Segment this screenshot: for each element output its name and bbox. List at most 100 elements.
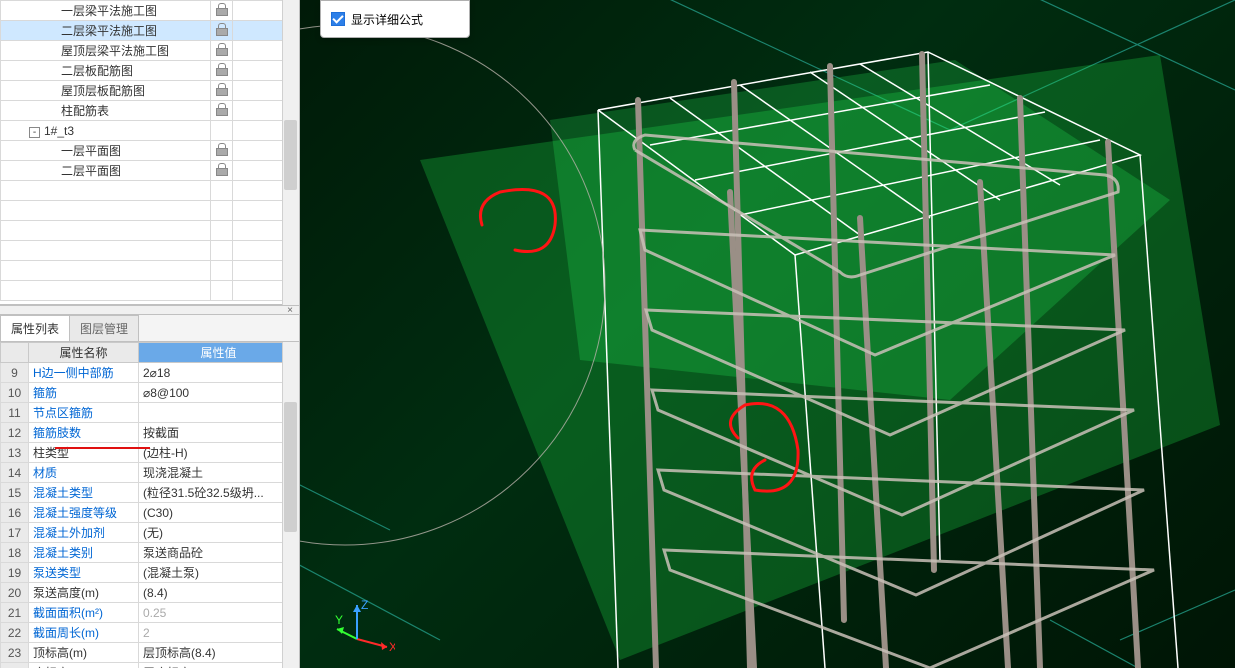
prop-name[interactable]: 底标高(m) <box>29 663 139 668</box>
property-row[interactable]: 23顶标高(m)层顶标高(8.4) <box>1 643 299 663</box>
property-row[interactable]: 13柱类型(边柱-H) <box>1 443 299 463</box>
lock-icon <box>216 43 228 55</box>
prop-value[interactable]: (边柱-H) <box>139 443 299 463</box>
tab-layer-manage[interactable]: 图层管理 <box>69 315 139 341</box>
tree-item-label[interactable]: 二层板配筋图 <box>1 61 211 81</box>
lock-cell[interactable] <box>211 161 233 181</box>
prop-name[interactable]: 柱类型 <box>29 443 139 463</box>
property-row[interactable]: 10箍筋⌀8@100 <box>1 383 299 403</box>
prop-index: 16 <box>1 503 29 523</box>
property-row[interactable]: 15混凝土类型(粒径31.5砼32.5级坍... <box>1 483 299 503</box>
prop-scrollbar[interactable] <box>282 342 299 668</box>
tree-item-label[interactable]: -1#_t3 <box>1 121 211 141</box>
tree-item-label[interactable]: 二层梁平法施工图 <box>1 21 211 41</box>
tree-row[interactable]: 柱配筋表 <box>1 101 299 121</box>
tree-row[interactable]: 屋顶层板配筋图 <box>1 81 299 101</box>
tree-scrollbar[interactable] <box>282 0 299 305</box>
prop-name[interactable]: 箍筋肢数 <box>29 423 139 443</box>
lock-cell[interactable] <box>211 1 233 21</box>
tree-row[interactable]: 二层梁平法施工图 <box>1 21 299 41</box>
lock-icon <box>216 3 228 15</box>
prop-name[interactable]: H边一侧中部筋 <box>29 363 139 383</box>
prop-value[interactable]: 按截面 <box>139 423 299 443</box>
lock-cell[interactable] <box>211 121 233 141</box>
property-row[interactable]: 14材质现浇混凝土 <box>1 463 299 483</box>
lock-cell[interactable] <box>211 141 233 161</box>
tree-row[interactable]: 一层梁平法施工图 <box>1 1 299 21</box>
property-row[interactable]: 11节点区箍筋 <box>1 403 299 423</box>
lock-cell[interactable] <box>211 101 233 121</box>
prop-name[interactable]: 混凝土类型 <box>29 483 139 503</box>
axis-x-label: X <box>389 640 395 654</box>
property-row[interactable]: 17混凝土外加剂(无) <box>1 523 299 543</box>
tree-item-label[interactable]: 屋顶层梁平法施工图 <box>1 41 211 61</box>
prop-value[interactable]: 泵送商品砼 <box>139 543 299 563</box>
prop-value[interactable]: (8.4) <box>139 583 299 603</box>
prop-index: 21 <box>1 603 29 623</box>
prop-index: 15 <box>1 483 29 503</box>
property-row[interactable]: 19泵送类型(混凝土泵) <box>1 563 299 583</box>
prop-name[interactable]: 节点区箍筋 <box>29 403 139 423</box>
lock-cell[interactable] <box>211 61 233 81</box>
prop-name[interactable]: 混凝土强度等级 <box>29 503 139 523</box>
prop-name[interactable]: 泵送类型 <box>29 563 139 583</box>
property-tabs: 属性列表 图层管理 <box>0 315 299 342</box>
prop-value[interactable]: 层顶标高(8.4) <box>139 643 299 663</box>
prop-value[interactable]: 2⌀18 <box>139 363 299 383</box>
tree-item-label[interactable]: 柱配筋表 <box>1 101 211 121</box>
prop-value[interactable]: (粒径31.5砼32.5级坍... <box>139 483 299 503</box>
tree-item-label[interactable]: 二层平面图 <box>1 161 211 181</box>
scroll-thumb[interactable] <box>284 402 297 532</box>
property-row[interactable]: 12箍筋肢数按截面 <box>1 423 299 443</box>
prop-value[interactable]: (无) <box>139 523 299 543</box>
prop-value[interactable]: 现浇混凝土 <box>139 463 299 483</box>
lock-icon <box>216 23 228 35</box>
prop-name[interactable]: 截面面积(m²) <box>29 603 139 623</box>
3d-viewport[interactable]: 显示详细公式 X Y Z <box>300 0 1235 668</box>
scroll-thumb[interactable] <box>284 120 297 190</box>
prop-value[interactable]: (混凝土泵) <box>139 563 299 583</box>
expander-icon[interactable]: - <box>29 127 40 138</box>
prop-name[interactable]: 材质 <box>29 463 139 483</box>
tree-row[interactable]: -1#_t3 <box>1 121 299 141</box>
prop-index: 13 <box>1 443 29 463</box>
prop-name[interactable]: 泵送高度(m) <box>29 583 139 603</box>
prop-name[interactable]: 截面周长(m) <box>29 623 139 643</box>
drawing-tree: 一层梁平法施工图二层梁平法施工图屋顶层梁平法施工图二层板配筋图屋顶层板配筋图柱配… <box>0 0 299 305</box>
prop-value[interactable] <box>139 403 299 423</box>
prop-name[interactable]: 顶标高(m) <box>29 643 139 663</box>
tree-item-label[interactable]: 屋顶层板配筋图 <box>1 81 211 101</box>
annotation-underline <box>55 447 150 449</box>
lock-cell[interactable] <box>211 81 233 101</box>
tree-row[interactable]: 一层平面图 <box>1 141 299 161</box>
prop-value[interactable]: (C30) <box>139 503 299 523</box>
model-overlay <box>300 0 1235 668</box>
tree-row[interactable]: 二层平面图 <box>1 161 299 181</box>
tree-item-label[interactable]: 一层平面图 <box>1 141 211 161</box>
lock-cell[interactable] <box>211 41 233 61</box>
prop-name[interactable]: 混凝土外加剂 <box>29 523 139 543</box>
axis-gizmo[interactable]: X Y Z <box>335 599 395 654</box>
tree-row[interactable]: 屋顶层梁平法施工图 <box>1 41 299 61</box>
checkbox-show-detail-formula[interactable] <box>331 12 345 26</box>
tab-property-list[interactable]: 属性列表 <box>0 315 70 341</box>
lock-cell[interactable] <box>211 21 233 41</box>
prop-index: 11 <box>1 403 29 423</box>
prop-value[interactable]: 层底标高(4.45) <box>139 663 299 668</box>
prop-name[interactable]: 混凝土类别 <box>29 543 139 563</box>
prop-value[interactable]: 0.25 <box>139 603 299 623</box>
property-row[interactable]: 20泵送高度(m)(8.4) <box>1 583 299 603</box>
prop-value[interactable]: 2 <box>139 623 299 643</box>
property-row[interactable]: 16混凝土强度等级(C30) <box>1 503 299 523</box>
property-row[interactable]: 21截面面积(m²)0.25 <box>1 603 299 623</box>
property-row[interactable]: 22截面周长(m)2 <box>1 623 299 643</box>
property-row[interactable]: 9H边一侧中部筋2⌀18 <box>1 363 299 383</box>
tree-row[interactable]: 二层板配筋图 <box>1 61 299 81</box>
tree-item-label[interactable]: 一层梁平法施工图 <box>1 1 211 21</box>
property-row[interactable]: 18混凝土类别泵送商品砼 <box>1 543 299 563</box>
prop-name[interactable]: 箍筋 <box>29 383 139 403</box>
property-row[interactable]: 24底标高(m)层底标高(4.45) <box>1 663 299 668</box>
prop-value[interactable]: ⌀8@100 <box>139 383 299 403</box>
panel-close-strip[interactable]: × <box>0 305 299 315</box>
lock-icon <box>216 163 228 175</box>
